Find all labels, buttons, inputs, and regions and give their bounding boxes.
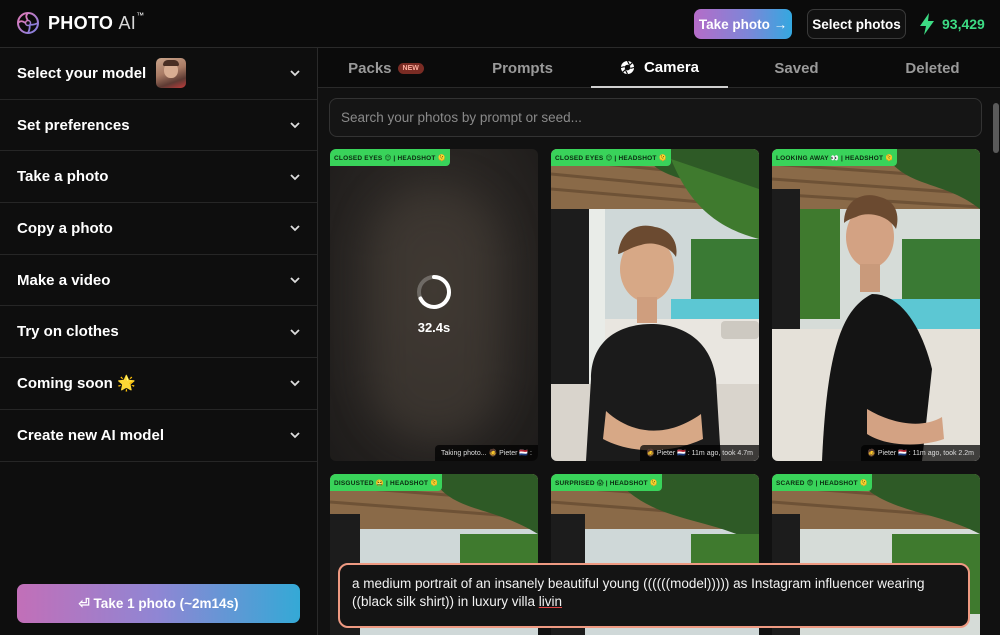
main-content: CLOSED EYES 😌 | HEADSHOT 🫠 32.4s Taking … bbox=[318, 88, 1000, 635]
tab-packs[interactable]: Packs NEW bbox=[318, 48, 454, 88]
prompt-textarea[interactable]: a medium portrait of an insanely beautif… bbox=[338, 563, 970, 628]
new-badge: NEW bbox=[397, 62, 424, 74]
photo-image bbox=[551, 149, 759, 461]
chevron-down-icon bbox=[290, 174, 300, 180]
tab-deleted[interactable]: Deleted bbox=[865, 48, 1000, 88]
sidebar-item-label: Take a photo bbox=[17, 168, 109, 186]
lightning-bolt-icon bbox=[920, 13, 934, 35]
chevron-down-icon bbox=[290, 225, 300, 232]
chevron-down-icon bbox=[290, 432, 300, 439]
sidebar-item-try-clothes[interactable]: Try on clothes bbox=[0, 306, 317, 359]
photo-tag: CLOSED EYES 😌 | HEADSHOT 🫠 bbox=[330, 149, 450, 166]
sidebar-item-take-photo[interactable]: Take a photo bbox=[0, 151, 317, 204]
tab-label: Saved bbox=[774, 59, 819, 77]
sidebar-item-label: Create new AI model bbox=[17, 426, 164, 444]
search-input[interactable] bbox=[329, 98, 982, 137]
logo[interactable]: PHOTO AI™ bbox=[16, 11, 144, 35]
photo-card-generating[interactable]: CLOSED EYES 😌 | HEADSHOT 🫠 32.4s Taking … bbox=[330, 149, 538, 461]
photo-tag: CLOSED EYES 😌 | HEADSHOT 🫠 bbox=[551, 149, 671, 166]
photo-tag: LOOKING AWAY 👀 | HEADSHOT 🫠 bbox=[772, 149, 898, 166]
aperture-icon bbox=[620, 60, 635, 74]
select-photos-button[interactable]: Select photos bbox=[807, 9, 906, 39]
logo-word: PHOTO bbox=[48, 12, 114, 33]
generation-timer: 32.4s bbox=[417, 320, 451, 335]
chevron-down-icon bbox=[290, 70, 300, 77]
photo-meta: 🧔 Pieter 🇳🇱 : 11m ago, took 4.7m bbox=[640, 445, 759, 461]
sidebar-item-select-model[interactable]: Select your model bbox=[0, 48, 317, 100]
sidebar-item-label: Select your model bbox=[17, 64, 147, 82]
sidebar-item-coming-soon[interactable]: Coming soon 🌟 bbox=[0, 358, 317, 410]
chevron-down-icon bbox=[290, 380, 300, 387]
prompt-text-misspelled: livin bbox=[538, 594, 563, 609]
chevron-down-icon bbox=[290, 329, 300, 336]
scrollbar[interactable] bbox=[993, 103, 999, 153]
sidebar-item-make-video[interactable]: Make a video bbox=[0, 255, 317, 307]
tab-label: Prompts bbox=[492, 59, 553, 77]
tab-bar: Packs NEW Prompts Camera Saved Deleted bbox=[318, 48, 1000, 88]
photo-card[interactable]: LOOKING AWAY 👀 | HEADSHOT 🫠 🧔 Pieter 🇳🇱 … bbox=[772, 149, 980, 461]
photo-tag: SURPRISED 😱 | HEADSHOT 🫠 bbox=[551, 474, 663, 491]
photo-tag: DISGUSTED 🤮 | HEADSHOT 🫠 bbox=[330, 474, 443, 491]
sidebar-item-label: Try on clothes bbox=[17, 323, 119, 341]
chevron-down-icon bbox=[290, 277, 300, 284]
sidebar-item-create-model[interactable]: Create new AI model bbox=[0, 410, 317, 462]
logo-ai: AI bbox=[118, 12, 137, 33]
tab-label: Camera bbox=[643, 58, 700, 76]
tab-label: Deleted bbox=[905, 59, 960, 77]
photo-meta: 🧔 Pieter 🇳🇱 : 11m ago, took 2.2m bbox=[861, 445, 980, 461]
logo-tm: ™ bbox=[136, 10, 145, 20]
photo-card[interactable]: CLOSED EYES 😌 | HEADSHOT 🫠 🧔 Pieter 🇳🇱 :… bbox=[551, 149, 759, 461]
logo-swirl-icon bbox=[17, 12, 39, 34]
photo-tag: SCARED 😨 | HEADSHOT 🫠 bbox=[772, 474, 873, 491]
sidebar-item-label: Make a video bbox=[17, 271, 111, 289]
sidebar-item-set-preferences[interactable]: Set preferences bbox=[0, 100, 317, 152]
sidebar-item-label: Coming soon 🌟 bbox=[17, 375, 136, 393]
photo-image bbox=[772, 149, 980, 461]
take-photo-button[interactable]: Take photo → bbox=[694, 9, 792, 39]
chevron-down-icon bbox=[290, 122, 300, 129]
sidebar-item-copy-photo[interactable]: Copy a photo bbox=[0, 203, 317, 255]
tab-saved[interactable]: Saved bbox=[728, 48, 865, 88]
sidebar: Select your model Set preferences Take a… bbox=[0, 48, 318, 635]
top-header: PHOTO AI™ Take photo → Select photos 93,… bbox=[0, 0, 1000, 48]
tab-prompts[interactable]: Prompts bbox=[454, 48, 591, 88]
prompt-text: a medium portrait of an insanely beautif… bbox=[352, 576, 925, 609]
credits-value: 93,429 bbox=[942, 16, 985, 32]
logo-text: PHOTO AI™ bbox=[48, 10, 145, 34]
sidebar-item-label: Copy a photo bbox=[17, 219, 113, 237]
sidebar-item-label: Set preferences bbox=[17, 116, 130, 134]
loading-spinner-icon bbox=[417, 275, 451, 309]
model-avatar bbox=[156, 58, 187, 89]
tab-camera[interactable]: Camera bbox=[591, 48, 728, 88]
credits-counter[interactable]: 93,429 bbox=[918, 12, 985, 36]
tab-label: Packs bbox=[348, 59, 392, 77]
photo-meta: Taking photo... 🧔 Pieter 🇳🇱 : bbox=[435, 445, 538, 461]
take-one-photo-button[interactable]: ⏎ Take 1 photo (~2m14s) bbox=[17, 584, 300, 623]
